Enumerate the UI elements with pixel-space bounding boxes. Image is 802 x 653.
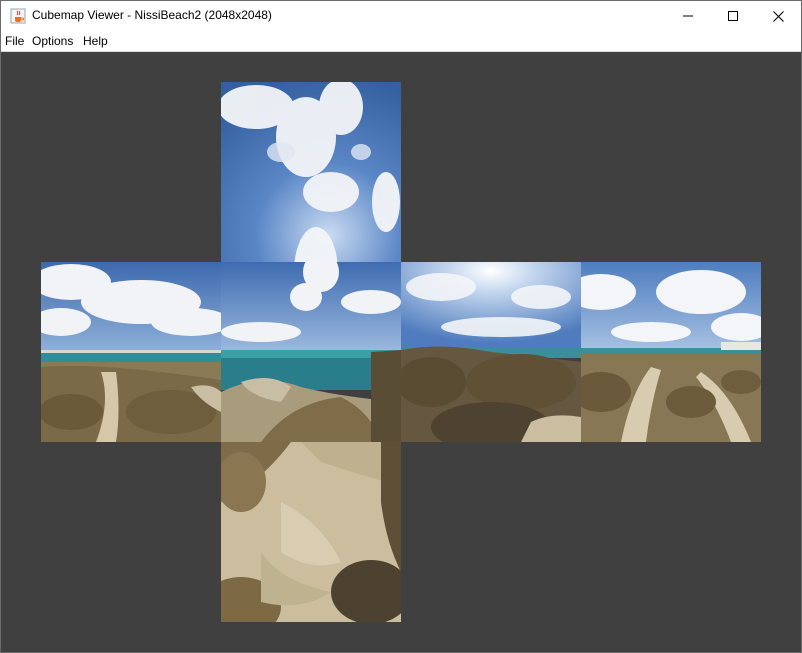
cubemap-face-back (581, 262, 761, 442)
app-window: Cubemap Viewer - NissiBeach2 (2048x2048)… (0, 0, 802, 653)
menu-options[interactable]: Options (32, 34, 73, 48)
menu-help[interactable]: Help (83, 34, 108, 48)
minimize-icon (683, 15, 693, 17)
minimize-button[interactable] (665, 1, 711, 31)
title-bar: Cubemap Viewer - NissiBeach2 (2048x2048) (1, 1, 801, 31)
java-cup-icon (10, 8, 26, 24)
close-icon (772, 10, 784, 22)
cubemap-face-left (41, 262, 221, 442)
menu-file[interactable]: File (5, 34, 24, 48)
maximize-button[interactable] (710, 1, 756, 31)
cubemap-face-right (401, 262, 581, 442)
cubemap-face-bottom (221, 442, 401, 622)
maximize-icon (728, 11, 738, 21)
cubemap-canvas[interactable] (1, 52, 801, 652)
cubemap-face-top (221, 82, 401, 262)
close-button[interactable] (755, 1, 801, 31)
cubemap-face-front (221, 262, 401, 442)
window-title: Cubemap Viewer - NissiBeach2 (2048x2048) (32, 8, 272, 22)
menu-bar: File Options Help (1, 31, 801, 52)
